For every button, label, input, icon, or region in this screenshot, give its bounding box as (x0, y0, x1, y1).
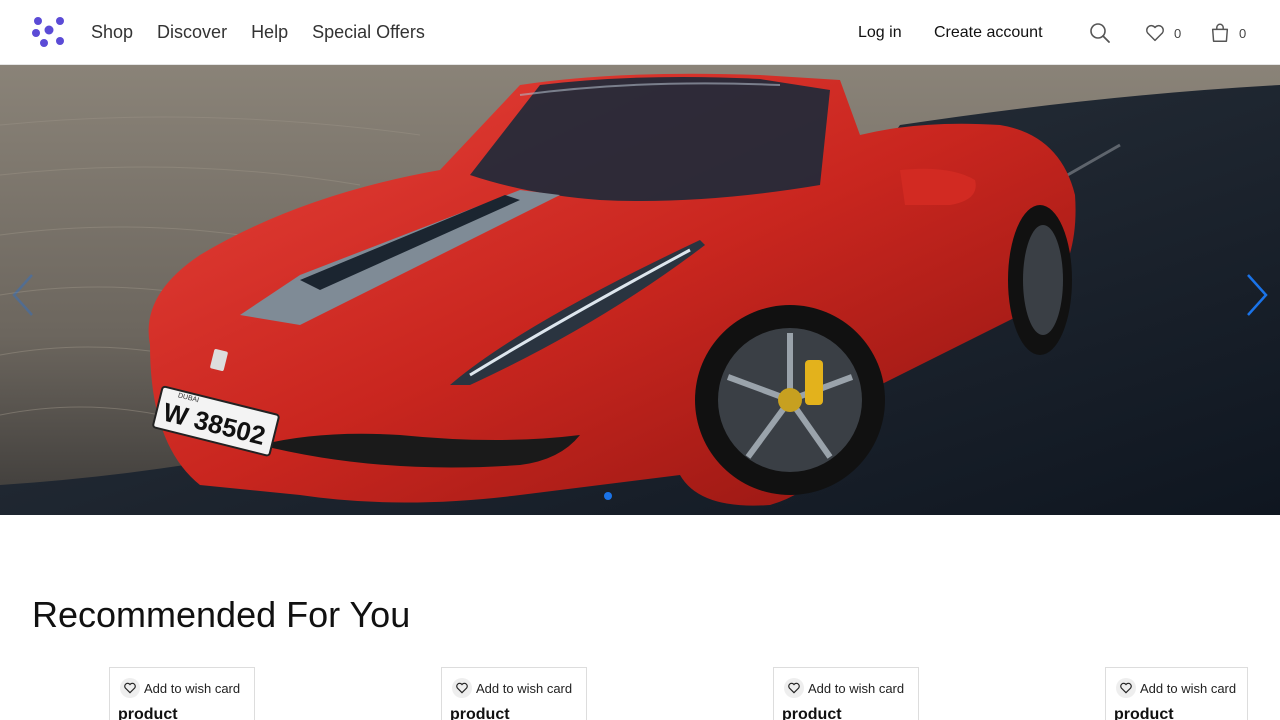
carousel-indicator-1[interactable] (604, 492, 612, 500)
cart-count: 0 (1239, 25, 1247, 41)
nav-shop[interactable]: Shop (91, 22, 133, 43)
wish-label: Add to wish card (808, 680, 905, 696)
heart-icon (124, 682, 136, 694)
wish-label: Add to wish card (1140, 680, 1237, 696)
shopping-bag-icon (1211, 23, 1229, 42)
heart-icon (788, 682, 800, 694)
hero-image: W 38502 DUBAI (0, 65, 1280, 515)
wishlist-button[interactable]: 0 (1144, 20, 1181, 46)
carousel-prev-button[interactable] (6, 270, 42, 320)
nav-help[interactable]: Help (251, 22, 288, 43)
product-card[interactable]: Add to wish card product (109, 667, 255, 720)
product-card[interactable]: Add to wish card product (1105, 667, 1248, 720)
search-button[interactable] (1088, 20, 1112, 46)
section-title: Recommended For You (32, 594, 411, 635)
wishlist-count: 0 (1174, 25, 1182, 41)
nav-special-offers[interactable]: Special Offers (312, 22, 425, 43)
heart-icon (1120, 682, 1132, 694)
wish-label: Add to wish card (476, 680, 573, 696)
add-to-wishlist-button[interactable]: Add to wish card (452, 678, 572, 698)
add-to-wishlist-button[interactable]: Add to wish card (120, 678, 240, 698)
create-account-link[interactable]: Create account (934, 0, 1043, 65)
login-link[interactable]: Log in (858, 0, 902, 65)
product-card[interactable]: Add to wish card product (441, 667, 587, 720)
product-name: product (1114, 706, 1174, 720)
heart-icon (1146, 24, 1164, 42)
brand-logo[interactable] (32, 16, 66, 48)
main-nav: Shop Discover Help Special Offers (91, 0, 425, 65)
nav-discover[interactable]: Discover (157, 22, 227, 43)
product-card[interactable]: Add to wish card product (773, 667, 919, 720)
product-name: product (450, 706, 510, 720)
product-name: product (118, 706, 178, 720)
wish-label: Add to wish card (144, 680, 241, 696)
product-name: product (782, 706, 842, 720)
cart-button[interactable]: 0 (1209, 20, 1246, 46)
add-to-wishlist-button[interactable]: Add to wish card (1116, 678, 1236, 698)
hero-carousel: W 38502 DUBAI (0, 65, 1280, 515)
add-to-wishlist-button[interactable]: Add to wish card (784, 678, 904, 698)
carousel-next-button[interactable] (1238, 270, 1274, 320)
site-header: Shop Discover Help Special Offers Log in… (0, 0, 1280, 65)
search-icon (1090, 23, 1110, 43)
heart-icon (456, 682, 468, 694)
